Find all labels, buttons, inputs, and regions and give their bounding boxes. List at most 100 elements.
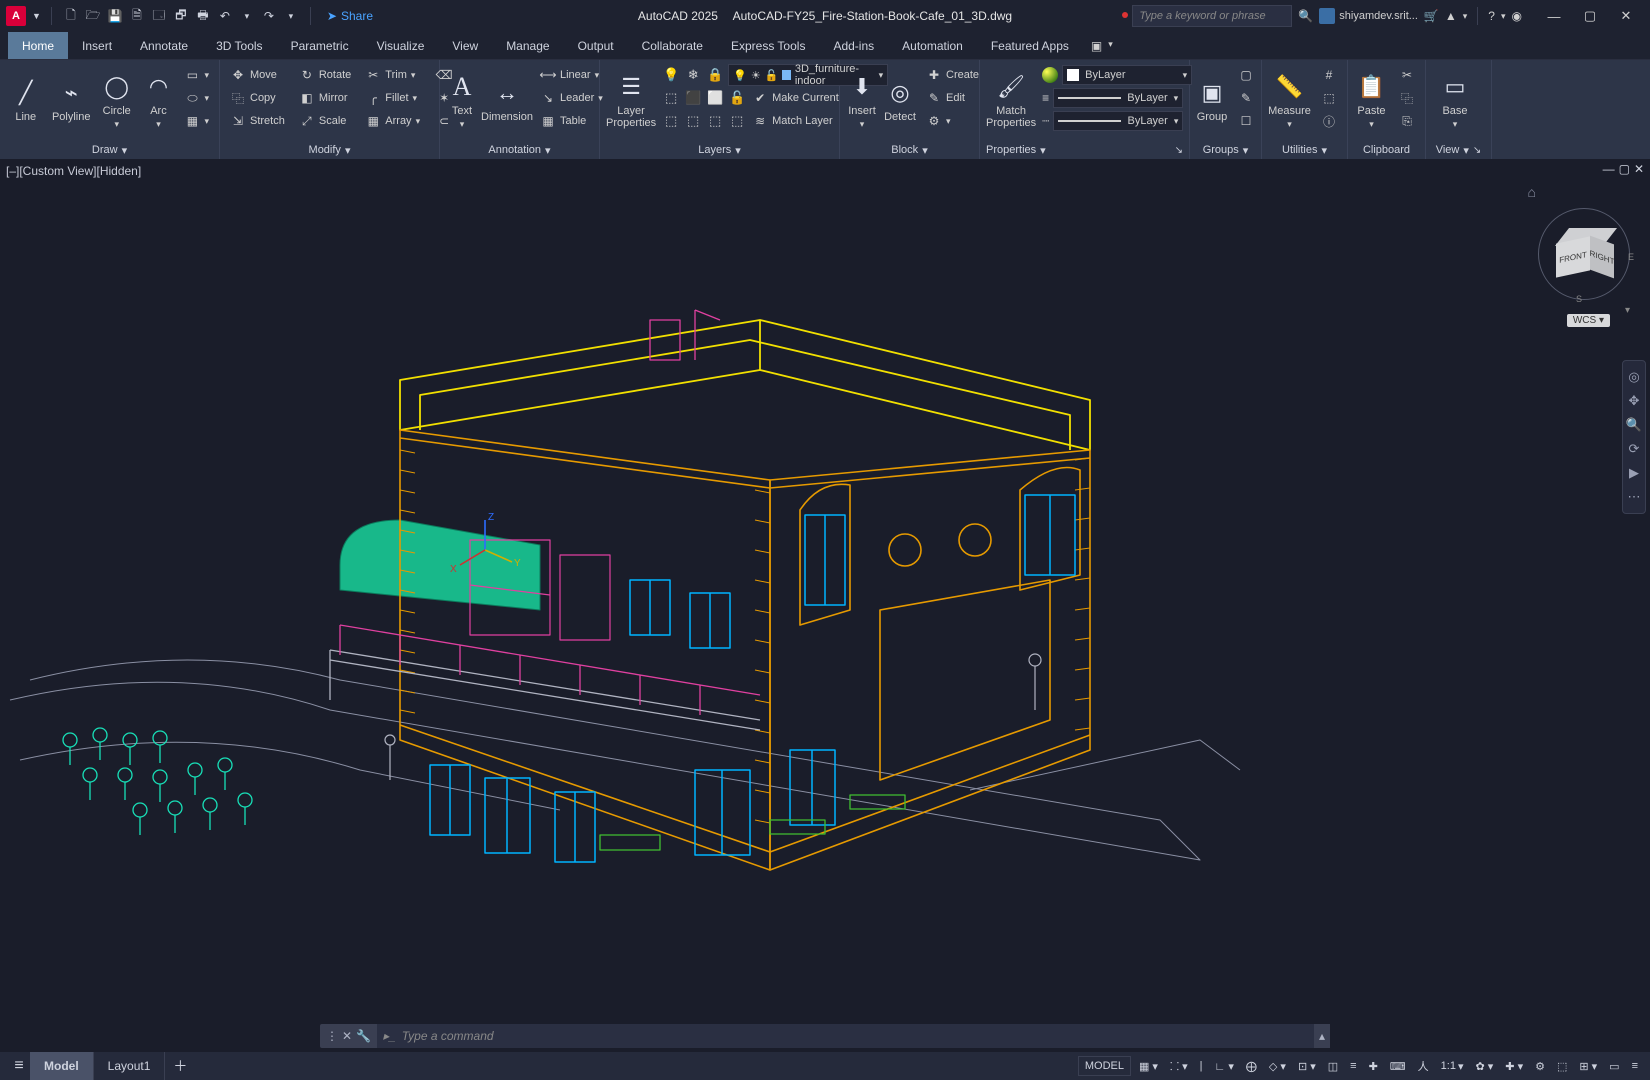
share-button[interactable]: ➤ Share [327,9,373,23]
cube-right-face[interactable]: RIGHT [1590,236,1614,279]
stretch-button[interactable]: ⇲Stretch [226,110,289,132]
wcs-badge[interactable]: WCS ▾ [1567,314,1610,327]
layer-props-button[interactable]: ☰Layer Properties [606,64,656,136]
save-icon[interactable]: 💾 [106,7,124,25]
tab-parametric[interactable]: Parametric [277,32,363,59]
redo-icon[interactable]: ↷ [260,7,278,25]
status-polar-icon[interactable]: ⨁ [1242,1056,1261,1076]
view-cube[interactable]: FRONT RIGHT S E ▾ [1538,208,1630,300]
status-snap-icon[interactable]: ⸬ ▾ [1166,1056,1192,1076]
app-menu-drop[interactable]: ▼ [32,11,41,21]
status-dyn-icon[interactable]: ⌨ [1386,1056,1410,1076]
command-input[interactable]: ▸_ Type a command [377,1024,1314,1048]
color-dropdown[interactable]: ByLayer▾ [1042,64,1192,86]
group-button[interactable]: ▣Group [1196,64,1228,136]
make-current-button[interactable]: ✔Make Current [748,87,843,109]
tab-view[interactable]: View [438,32,492,59]
block-insert-button[interactable]: ⬇Insert▾ [846,64,878,136]
search-input[interactable]: Type a keyword or phrase [1132,5,1292,27]
layer-thaw-icon[interactable]: ⬜ [706,89,724,107]
dimension-button[interactable]: ↔Dimension [484,64,530,136]
polyline-button[interactable]: ⌁Polyline [51,64,90,136]
help-icon[interactable]: ? [1488,9,1495,23]
cut-button[interactable]: ✂ [1395,64,1419,86]
util-b-button[interactable]: ⬚ [1317,87,1341,109]
tab-automation[interactable]: Automation [888,32,977,59]
base-view-button[interactable]: ▭Base▾ [1432,64,1478,136]
copybase-button[interactable]: ⎘ [1395,110,1419,132]
mirror-button[interactable]: ◧Mirror [295,87,355,109]
focus-drop-icon[interactable]: ▾ [1108,39,1113,53]
cart-icon[interactable]: 🛒 [1424,9,1439,23]
cmd-close-icon[interactable]: ✕ [342,1029,352,1043]
showmotion-icon[interactable]: ▶ [1625,463,1643,483]
tab-featured-apps[interactable]: Featured Apps [977,32,1083,59]
cloud-icon[interactable]: ◉ [1512,9,1522,23]
tab-collaborate[interactable]: Collaborate [628,32,717,59]
status-grid-icon[interactable]: ▦ ▾ [1135,1056,1162,1076]
status-cplane-icon[interactable]: ✚ ▾ [1501,1056,1527,1076]
array-button[interactable]: ▦Array ▾ [361,110,424,132]
leader-button[interactable]: ↘Leader ▾ [536,87,607,109]
drawing-canvas[interactable]: [–][Custom View][Hidden] — ▢ ✕ ⌂ FRONT R… [0,160,1650,1022]
layer-on-icon[interactable]: ⬛ [684,89,702,107]
panel-draw-title[interactable]: Draw ▾ [6,141,213,159]
zoom-icon[interactable]: 🔍 [1625,415,1643,435]
web-open-icon[interactable]: 🗔 [150,7,168,25]
search-icon[interactable]: 🔍 [1298,9,1313,23]
plot-icon[interactable]: 🗗 [172,7,190,25]
tab-insert[interactable]: Insert [68,32,126,59]
match-layer-button[interactable]: ≋Match Layer [748,110,837,132]
panel-groups-title[interactable]: Groups ▾ [1196,141,1255,159]
block-edit-button[interactable]: ✎Edit [922,87,983,109]
status-tpy-icon[interactable]: ✚ [1365,1056,1382,1076]
status-ortho-icon[interactable]: ∟ ▾ [1211,1056,1238,1076]
tab-express-tools[interactable]: Express Tools [717,32,819,59]
paste-button[interactable]: 📋Paste▾ [1354,64,1389,136]
cmd-history-icon[interactable]: ▴ [1314,1024,1330,1048]
status-anno-icon[interactable]: 人 [1414,1056,1433,1076]
pan-icon[interactable]: ✥ [1625,391,1643,411]
status-model-toggle[interactable]: MODEL [1078,1056,1131,1076]
rotate-button[interactable]: ↻Rotate [295,64,355,86]
block-detect-button[interactable]: ◎Detect [884,64,916,136]
status-clean-icon[interactable]: ▭ [1605,1056,1623,1076]
status-3dosnap-icon[interactable]: ◫ [1324,1056,1342,1076]
layer-c-icon[interactable]: ⬚ [706,112,724,130]
status-scale[interactable]: 1:1 ▾ [1437,1056,1468,1076]
maximize-button[interactable]: ▢ [1572,0,1608,32]
layer-freeze-icon[interactable]: ❄ [684,66,702,84]
nav-more-icon[interactable]: ⋯ [1625,487,1643,507]
layer-lock-icon[interactable]: 🔒 [706,66,724,84]
cmd-custom-icon[interactable]: 🔧 [356,1029,371,1043]
viewport-label[interactable]: [–][Custom View][Hidden] [6,164,141,178]
panel-view-title[interactable]: View ▾ ↘ [1432,141,1485,159]
autodesk-app-icon[interactable]: ▲ [1445,9,1457,23]
rectangle-button[interactable]: ▭▾ [180,64,213,86]
close-button[interactable]: ✕ [1608,0,1644,32]
measure-button[interactable]: 📏Measure▾ [1268,64,1311,136]
cube-front-face[interactable]: FRONT [1556,236,1590,277]
undo-drop-icon[interactable]: ▾ [238,7,256,25]
move-button[interactable]: ✥Move [226,64,289,86]
steering-wheel-icon[interactable]: ◎ [1625,367,1643,387]
util-c-button[interactable]: ⓘ [1317,110,1341,132]
add-layout-icon[interactable]: ＋ [165,1056,195,1076]
ellipse-button[interactable]: ⬭▾ [180,87,213,109]
ungroup-button[interactable]: ▢ [1234,64,1258,86]
tab-model-space[interactable]: Model [30,1052,94,1080]
status-osnap-icon[interactable]: ⊡ ▾ [1294,1056,1320,1076]
line-button[interactable]: ╱Line [6,64,45,136]
status-filter-icon[interactable]: ⬚ [1553,1056,1571,1076]
table-button[interactable]: ▦Table [536,110,607,132]
panel-properties-title[interactable]: Properties ▾ ↘ [986,141,1183,159]
tab-home[interactable]: Home [8,32,68,59]
new-icon[interactable]: 🗋 [62,7,80,25]
panel-annotation-title[interactable]: Annotation ▾ [446,141,593,159]
layout-menu-icon[interactable]: ≡ [8,1057,30,1075]
util-a-button[interactable]: # [1317,64,1341,86]
undo-icon[interactable]: ↶ [216,7,234,25]
status-gear-icon[interactable]: ✿ ▾ [1472,1056,1498,1076]
app-drop-icon[interactable]: ▾ [1463,11,1468,22]
arc-button[interactable]: ◠Arc▾ [142,64,174,136]
